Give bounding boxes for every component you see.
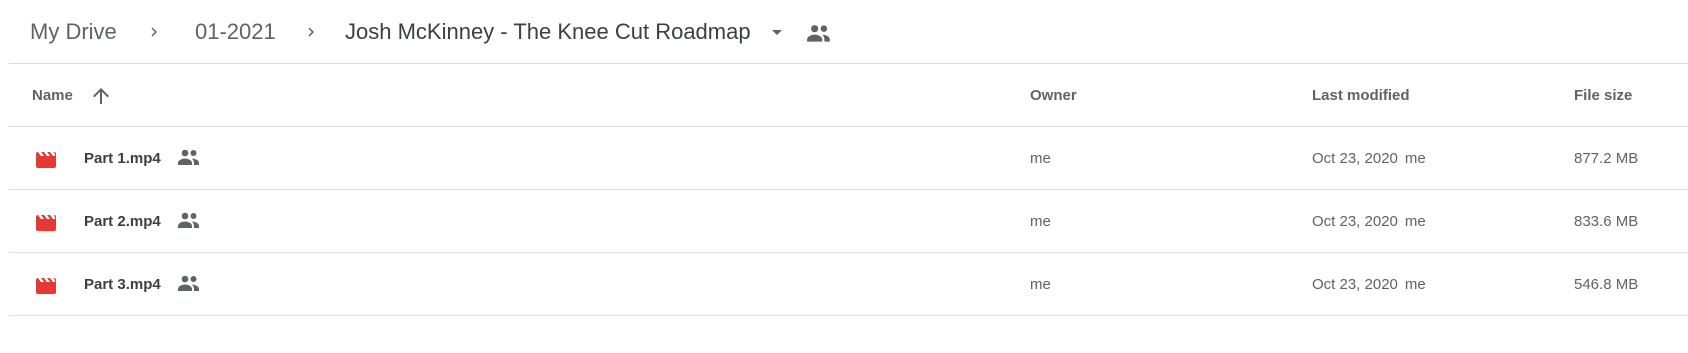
arrow-up-icon[interactable] — [89, 84, 113, 108]
breadcrumb-01-2021[interactable]: 01-2021 — [195, 17, 276, 47]
modified-by: me — [1404, 150, 1426, 167]
last-modified: Oct 23, 2020 me — [1312, 127, 1426, 190]
file-name: Part 3.mp4 — [84, 276, 161, 293]
modified-date: Oct 23, 2020 — [1312, 276, 1398, 293]
people-icon — [178, 212, 199, 228]
table-row[interactable]: Part 3.mp4 me Oct 23, 2020 me 546.8 MB — [9, 253, 1688, 316]
file-size: 546.8 MB — [1574, 276, 1639, 293]
column-name[interactable]: Name — [32, 64, 73, 127]
owner: me — [1030, 150, 1051, 167]
modified-date: Oct 23, 2020 — [1312, 213, 1398, 230]
video-file-icon — [36, 152, 56, 168]
people-icon[interactable] — [806, 22, 832, 44]
column-last-modified: Last modified — [1312, 87, 1410, 104]
last-modified: Oct 23, 2020 me — [1312, 253, 1426, 316]
breadcrumb-my-drive[interactable]: My Drive — [30, 17, 117, 47]
column-header-row: Name Owner Last modified File size — [9, 64, 1688, 127]
video-file-icon — [36, 215, 56, 231]
people-icon — [178, 149, 199, 165]
video-file-icon — [36, 278, 56, 294]
table-row[interactable]: Part 1.mp4 me Oct 23, 2020 me 877.2 MB — [9, 127, 1688, 190]
column-owner: Owner — [1030, 87, 1077, 104]
file-size: 833.6 MB — [1574, 213, 1639, 230]
column-file-size[interactable]: File size — [1574, 64, 1632, 127]
caret-down-icon[interactable] — [765, 20, 789, 44]
file-name: Part 1.mp4 — [84, 150, 161, 167]
file-size: 877.2 MB — [1574, 150, 1639, 167]
owner: me — [1030, 276, 1051, 293]
breadcrumb-current-folder[interactable]: Josh McKinney - The Knee Cut Roadmap — [345, 17, 751, 47]
owner: me — [1030, 213, 1051, 230]
chevron-right-icon — [308, 27, 314, 37]
modified-date: Oct 23, 2020 — [1312, 150, 1398, 167]
modified-by: me — [1404, 213, 1426, 230]
modified-by: me — [1404, 276, 1426, 293]
table-row[interactable]: Part 2.mp4 me Oct 23, 2020 me 833.6 MB — [9, 190, 1688, 253]
breadcrumb: My Drive 01-2021 Josh McKinney - The Kne… — [0, 0, 1688, 65]
people-icon — [178, 275, 199, 291]
chevron-right-icon — [151, 27, 157, 37]
file-name: Part 2.mp4 — [84, 213, 161, 230]
last-modified: Oct 23, 2020 me — [1312, 190, 1426, 253]
